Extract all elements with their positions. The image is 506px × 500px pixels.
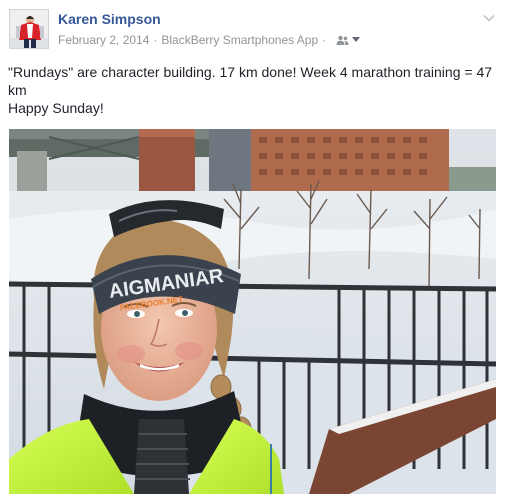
- posted-via-app[interactable]: BlackBerry Smartphones App: [161, 33, 318, 47]
- avatar[interactable]: [9, 9, 49, 49]
- author-name[interactable]: Karen Simpson: [58, 11, 161, 27]
- post-text-line: "Rundays" are character building. 17 km …: [8, 64, 493, 98]
- chevron-down-icon[interactable]: [482, 11, 496, 25]
- post-photo[interactable]: AIGMANIAR FACEBOOK.NET: [9, 129, 496, 494]
- post-meta: February 2, 2014 · BlackBerry Smartphone…: [58, 33, 361, 47]
- meta-separator-2: ·: [322, 33, 327, 47]
- post-text-line: Happy Sunday!: [8, 100, 104, 116]
- post-text: "Rundays" are character building. 17 km …: [8, 63, 498, 117]
- caret-down-icon: [352, 37, 361, 43]
- meta-separator: ·: [153, 33, 158, 47]
- friends-icon: [336, 35, 349, 46]
- facebook-post: Karen Simpson February 2, 2014 · BlackBe…: [0, 0, 506, 500]
- post-date[interactable]: February 2, 2014: [58, 33, 149, 47]
- audience-selector[interactable]: [336, 35, 361, 46]
